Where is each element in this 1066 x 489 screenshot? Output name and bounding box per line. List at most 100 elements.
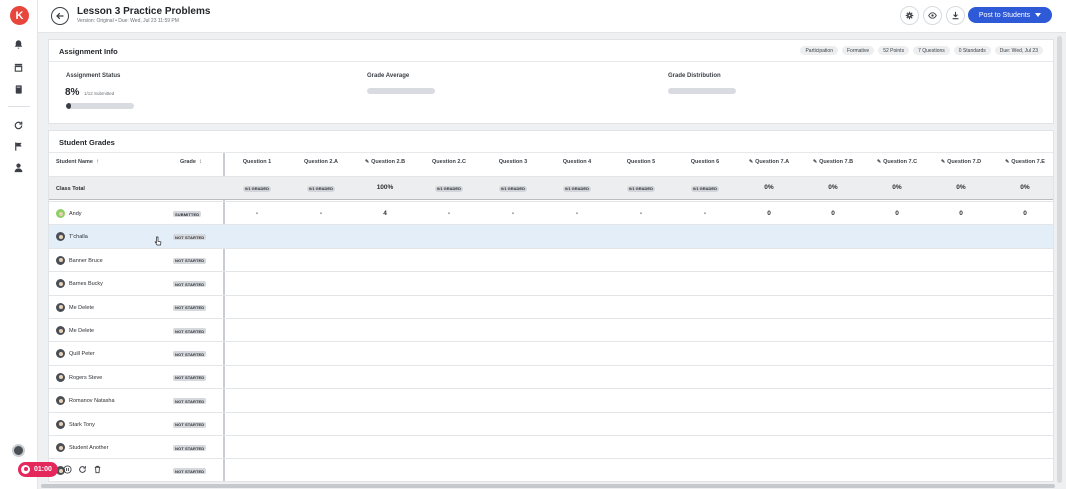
student-name[interactable]: Banner Bruce [69,258,103,264]
student-name[interactable]: Student Another [69,445,108,451]
student-row[interactable]: Andy SUBMITTED - -4- - - - -0 0 0 0 0 [49,201,1053,224]
sort-ascending-icon[interactable]: ↑ [96,159,99,165]
class-total-cell: 0/1 GRADED [545,185,609,192]
user-avatar[interactable] [12,444,25,457]
score-cell[interactable]: - [673,210,737,217]
student-name[interactable]: Quill Peter [69,351,95,357]
student-row[interactable]: NOT STARTED [49,458,1053,481]
pause-button[interactable] [63,464,73,474]
student-name[interactable]: T'challa [69,234,88,240]
mouse-pointer-icon [154,236,162,246]
class-total-cell: 0% [956,184,966,191]
question-header-label: Question 1 [242,159,272,165]
ai-grading-icon: ✎ [1005,159,1010,165]
question-column-header[interactable]: Question 2.A [289,159,353,165]
student-row[interactable]: T'challa NOT STARTED [49,224,1053,248]
question-column-header[interactable]: Question 5 [609,159,673,165]
student-name-column-header[interactable]: Student Name ↑ [56,159,99,165]
question-column-header[interactable]: ✎ Question 7.D [929,159,993,165]
question-header-label: Question 7.B [819,159,854,165]
store-icon[interactable] [13,62,24,73]
status-badge: NOT STARTED [173,281,207,288]
restart-button[interactable] [78,464,88,474]
student-row[interactable]: Rogers Steve NOT STARTED [49,364,1053,388]
student-row[interactable]: Quill Peter NOT STARTED [49,341,1053,364]
score-cell[interactable]: 0 [737,210,801,217]
question-column-header[interactable]: Question 6 [673,159,737,165]
student-name[interactable]: Andy [69,211,82,217]
student-grades-title: Student Grades [59,138,115,147]
student-row[interactable]: Stark Tony NOT STARTED [49,411,1053,435]
student-name[interactable]: Romanov Natasha [69,398,115,404]
score-cell[interactable]: - [417,210,481,217]
horizontal-scrollbar[interactable] [41,484,1055,488]
score-cell[interactable]: 4 [353,210,417,217]
student-name[interactable]: Me Delete [69,305,94,311]
student-row[interactable]: Barnes Bucky NOT STARTED [49,271,1053,294]
person-icon[interactable] [13,162,24,173]
recording-timer-button[interactable]: 01:00 [18,461,58,477]
score-cell[interactable]: 0 [929,210,993,217]
refresh-icon[interactable] [13,120,24,131]
student-row[interactable]: Romanov Natasha NOT STARTED [49,388,1053,411]
bell-icon[interactable] [13,39,24,50]
vertical-scrollbar[interactable] [1057,36,1062,483]
student-name[interactable]: Me Delete [69,328,94,334]
graded-count-badge: 0/1 GRADED [242,186,271,192]
score-cell[interactable]: - [481,210,545,217]
class-total-cell: 0% [764,184,774,191]
question-column-header[interactable]: ✎ Question 2.B [353,159,417,165]
question-column-header[interactable]: Question 3 [481,159,545,165]
status-badge: NOT STARTED [173,257,207,264]
eye-icon [928,12,937,19]
question-column-header[interactable]: Question 4 [545,159,609,165]
preview-button[interactable] [923,6,942,25]
question-header-label: Question 3 [498,159,528,165]
back-button[interactable] [51,7,69,25]
student-row[interactable]: Me Delete NOT STARTED [49,318,1053,341]
question-header-label: Question 7.E [1011,159,1045,165]
score-cell[interactable]: - [289,210,353,217]
assignment-chips: Participation Formative 52 Points 7 Ques… [800,46,1043,55]
delete-recording-button[interactable] [93,464,103,474]
question-column-header[interactable]: Question 2.C [417,159,481,165]
score-cell[interactable]: - [545,210,609,217]
restart-icon [79,465,87,473]
caret-down-icon [1035,13,1042,17]
student-row[interactable]: Student Another NOT STARTED [49,435,1053,458]
score-cell[interactable]: 0 [801,210,865,217]
question-header-label: Question 2.A [304,159,338,165]
grade-column-header[interactable]: Grade ↕ [180,159,202,165]
question-column-header[interactable]: ✎ Question 7.A [737,159,801,165]
student-name[interactable]: Rogers Steve [69,375,102,381]
status-badge: NOT STARTED [173,398,207,405]
question-column-header[interactable]: ✎ Question 7.C [865,159,929,165]
download-icon [952,11,959,20]
question-header-label: Question 2.B [371,159,406,165]
grade-header-label: Grade [180,159,196,165]
question-column-header[interactable]: ✎ Question 7.E [993,159,1053,165]
post-to-students-button[interactable]: Post to Students [968,7,1052,23]
sort-toggle-icon[interactable]: ↕ [199,159,202,165]
score-cell[interactable]: 0 [993,210,1053,217]
download-button[interactable] [946,6,965,25]
class-total-cell: 0% [892,184,902,191]
app-logo-icon[interactable]: K [10,6,29,25]
student-row[interactable]: Banner Bruce NOT STARTED [49,247,1053,271]
student-name[interactable]: Stark Tony [69,422,95,428]
chip-due-date: Due: Wed, Jul 23 [994,46,1043,55]
status-badge: NOT STARTED [173,234,207,241]
score-cell[interactable]: - [609,210,673,217]
student-row[interactable]: Me Delete NOT STARTED [49,294,1053,318]
assignment-status-percent: 8% [65,87,80,98]
score-cell[interactable]: 0 [865,210,929,217]
score-cell[interactable]: - [225,210,289,217]
class-total-label: Class Total [56,186,85,192]
flag-icon[interactable] [13,141,24,152]
student-name[interactable]: Barnes Bucky [69,281,103,287]
book-icon[interactable] [13,84,24,95]
question-column-header[interactable]: Question 1 [225,159,289,165]
question-column-header[interactable]: ✎ Question 7.B [801,159,865,165]
settings-button[interactable] [900,6,919,25]
grade-distribution-placeholder [668,88,736,94]
